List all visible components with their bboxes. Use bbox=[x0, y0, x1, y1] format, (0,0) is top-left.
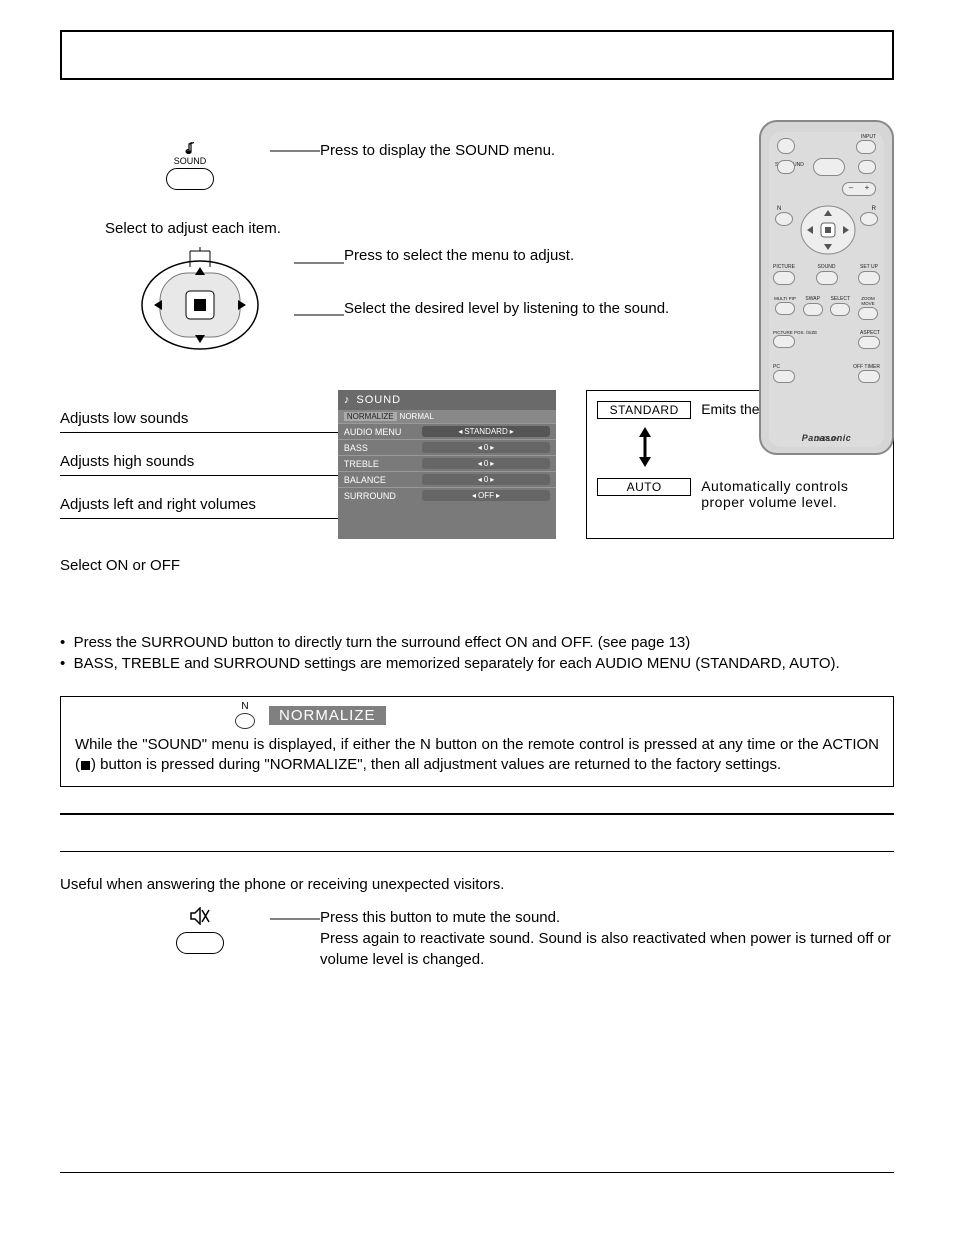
offtimer-label: OFF TIMER bbox=[853, 364, 880, 370]
divider-thick bbox=[60, 813, 894, 815]
n-letter: N bbox=[235, 701, 255, 712]
surround-value: OFF bbox=[478, 491, 494, 500]
swap-button bbox=[803, 303, 823, 316]
divider-thin bbox=[60, 851, 894, 852]
mute-icon bbox=[189, 912, 211, 929]
mute-row: Press this button to mute the sound. Pre… bbox=[60, 907, 894, 970]
callout-surround: Select ON or OFF bbox=[60, 557, 894, 574]
bass-value: 0 bbox=[484, 443, 488, 452]
callouts: Adjusts low sounds Adjusts high sounds A… bbox=[60, 390, 338, 539]
surround-label: SURROUND bbox=[344, 491, 422, 501]
bass-label: BASS bbox=[344, 443, 422, 453]
leader-line bbox=[270, 907, 320, 931]
normal-label: NORMAL bbox=[400, 412, 434, 421]
swap-label: SWAP bbox=[801, 296, 825, 302]
menu-normalize-row: NORMALIZENORMAL bbox=[338, 410, 556, 423]
audio-menu-label: AUDIO MENU bbox=[344, 427, 422, 437]
r-label: R bbox=[872, 206, 876, 212]
leader-lines-dpad bbox=[294, 255, 344, 355]
sound-button-illustration: SOUND bbox=[150, 140, 230, 190]
sound-button-label: SOUND bbox=[150, 156, 230, 166]
callout-balance: Adjusts left and right volumes bbox=[60, 496, 338, 513]
power-button bbox=[777, 138, 795, 154]
normalize-tag: NORMALIZE bbox=[269, 706, 386, 725]
zoom-label: ZOOM MOVE bbox=[856, 296, 880, 306]
note-1: • Press the SURROUND button to directly … bbox=[60, 634, 894, 651]
dpad-illustration bbox=[130, 247, 270, 357]
mute-intro: Useful when answering the phone or recei… bbox=[60, 876, 894, 893]
notes: • Press the SURROUND button to directly … bbox=[60, 634, 894, 672]
menu-row-bass: BASS◂0▸ bbox=[338, 439, 556, 455]
brand-sub-label: DISPLAY bbox=[769, 437, 884, 443]
picture-button bbox=[773, 271, 795, 285]
treble-label: TREBLE bbox=[344, 459, 422, 469]
normalize-button-label: NORMALIZE bbox=[344, 412, 397, 421]
balance-value: 0 bbox=[484, 475, 488, 484]
sound-label: SOUND bbox=[816, 264, 838, 270]
setup-label: SET UP bbox=[858, 264, 880, 270]
balance-label: BALANCE bbox=[344, 475, 422, 485]
menu-row-audio: AUDIO MENU◂STANDARD▸ bbox=[338, 423, 556, 439]
action-square-icon bbox=[81, 761, 90, 770]
aspect-label: ASPECT bbox=[840, 330, 880, 336]
standard-mode-label: STANDARD bbox=[597, 401, 691, 419]
aspect-button bbox=[858, 336, 880, 349]
step-2b-text: Select the desired level by listening to… bbox=[344, 300, 669, 317]
input-button bbox=[856, 140, 876, 154]
remote-control-illustration: INPUT SURROUND –+ N R PICTURE SOUND SET … bbox=[759, 120, 894, 455]
n-button bbox=[775, 212, 793, 226]
surround-button bbox=[813, 158, 845, 176]
title-box bbox=[60, 30, 894, 80]
step-2a-text: Press to select the menu to adjust. bbox=[344, 247, 669, 264]
menu-row-treble: TREBLE◂0▸ bbox=[338, 455, 556, 471]
note-2: • BASS, TREBLE and SURROUND settings are… bbox=[60, 655, 894, 672]
menu-row-surround: SURROUND◂OFF▸ bbox=[338, 487, 556, 503]
multipip-label: MULTI PIP bbox=[773, 296, 797, 301]
menu-title: SOUND bbox=[356, 394, 401, 406]
sound-button-shape bbox=[166, 168, 214, 190]
mute-line-1: Press this button to mute the sound. bbox=[320, 907, 894, 928]
picture-label: PICTURE bbox=[773, 264, 795, 270]
possize-label: PICTURE POS. /SIZE bbox=[773, 330, 823, 335]
pc-button bbox=[773, 370, 795, 383]
select-label: SELECT bbox=[828, 296, 852, 302]
n-button-illustration: N bbox=[235, 701, 255, 729]
n-label: N bbox=[777, 206, 781, 212]
r-button bbox=[860, 212, 878, 226]
treble-value: 0 bbox=[484, 459, 488, 468]
mute-text: Press this button to mute the sound. Pre… bbox=[320, 907, 894, 970]
footer-divider bbox=[60, 1172, 894, 1173]
sound-button bbox=[816, 271, 838, 285]
multipip-button bbox=[775, 302, 795, 315]
pip-button bbox=[777, 160, 795, 174]
sound-menu: ♪ SOUND NORMALIZENORMAL AUDIO MENU◂STAND… bbox=[338, 390, 556, 539]
volume-rocker: –+ bbox=[842, 182, 876, 196]
music-note-icon bbox=[150, 140, 230, 156]
normalize-box: N NORMALIZE While the "SOUND" menu is di… bbox=[60, 696, 894, 787]
menu-row-balance: BALANCE◂0▸ bbox=[338, 471, 556, 487]
menu-header: ♪ SOUND bbox=[338, 390, 556, 410]
audio-menu-value: STANDARD bbox=[464, 427, 507, 436]
zoom-button bbox=[858, 307, 878, 320]
callout-bass: Adjusts low sounds bbox=[60, 410, 338, 427]
step-1-text: Press to display the SOUND menu. bbox=[320, 142, 555, 159]
setup-button bbox=[858, 271, 880, 285]
auto-mode-desc: Automatically controls proper volume lev… bbox=[701, 478, 883, 510]
mute-line-2: Press again to reactivate sound. Sound i… bbox=[320, 928, 894, 970]
mute-remote-button bbox=[858, 160, 876, 174]
leader-line bbox=[270, 140, 320, 162]
possize-button bbox=[773, 335, 795, 348]
mute-button-illustration bbox=[170, 907, 230, 970]
normalize-body: While the "SOUND" menu is displayed, if … bbox=[61, 733, 893, 786]
select-button bbox=[830, 303, 850, 316]
note-icon: ♪ bbox=[344, 394, 351, 406]
callout-treble: Adjusts high sounds bbox=[60, 453, 338, 470]
auto-mode-label: AUTO bbox=[597, 478, 691, 496]
offtimer-button bbox=[858, 370, 880, 383]
